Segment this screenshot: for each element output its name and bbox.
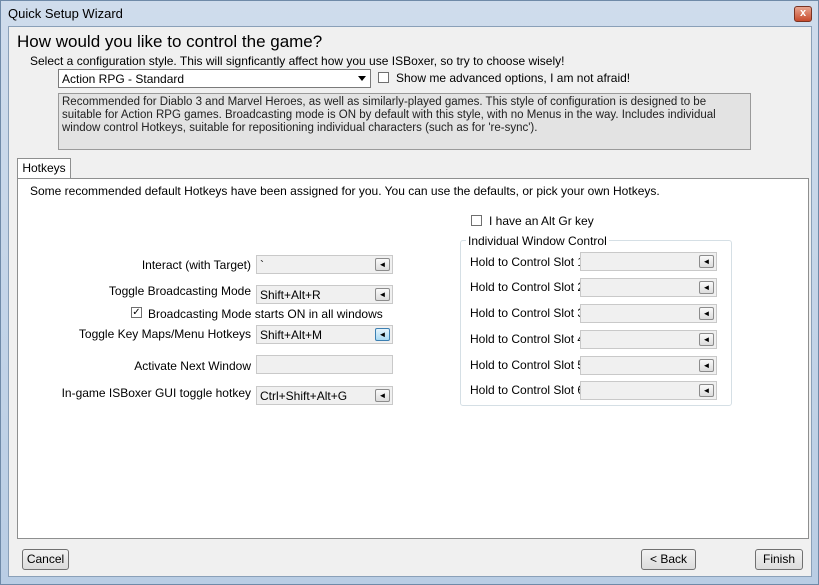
alt-gr-checkbox[interactable]	[471, 215, 482, 226]
pick-hotkey-button[interactable]: ◄	[699, 333, 714, 346]
finish-button[interactable]: Finish	[755, 549, 803, 570]
pick-hotkey-button[interactable]: ◄	[375, 288, 390, 301]
slot-6-label: Hold to Control Slot 6	[470, 383, 585, 397]
arrow-left-icon: ◄	[378, 330, 387, 339]
activate-next-hotkey-field[interactable]	[256, 355, 393, 374]
pick-hotkey-button[interactable]: ◄	[699, 255, 714, 268]
slot-2-hotkey-field[interactable]: ◄	[580, 278, 717, 297]
slot-3-label: Hold to Control Slot 3	[470, 306, 585, 320]
pick-hotkey-button[interactable]: ◄	[699, 307, 714, 320]
arrow-left-icon: ◄	[378, 260, 387, 269]
close-icon: x	[799, 7, 807, 19]
page-subtitle: Select a configuration style. This will …	[30, 54, 565, 68]
pick-hotkey-button[interactable]: ◄	[375, 328, 390, 341]
gui-toggle-label: In-game ISBoxer GUI toggle hotkey	[61, 386, 251, 400]
pick-hotkey-button[interactable]: ◄	[699, 281, 714, 294]
pick-hotkey-button[interactable]: ◄	[375, 258, 390, 271]
interact-label: Interact (with Target)	[141, 258, 251, 272]
toggle-broadcasting-hotkey-field[interactable]: Shift+Alt+R ◄	[256, 285, 393, 304]
close-button[interactable]: x	[794, 6, 812, 22]
advanced-options-checkbox[interactable]	[378, 72, 389, 83]
arrow-left-icon: ◄	[702, 361, 711, 370]
arrow-left-icon: ◄	[378, 391, 387, 400]
style-description: Recommended for Diablo 3 and Marvel Hero…	[58, 93, 751, 150]
broadcasting-starts-on-label[interactable]: Broadcasting Mode starts ON in all windo…	[148, 307, 383, 321]
gui-toggle-hotkey-field[interactable]: Ctrl+Shift+Alt+G ◄	[256, 386, 393, 405]
title-bar[interactable]: Quick Setup Wizard x	[1, 1, 818, 25]
activate-next-label: Activate Next Window	[134, 359, 251, 373]
toggle-broadcasting-hotkey-value: Shift+Alt+R	[260, 288, 321, 302]
pick-hotkey-button[interactable]: ◄	[699, 359, 714, 372]
interact-hotkey-value: `	[260, 258, 264, 272]
slot-1-label: Hold to Control Slot 1	[470, 255, 585, 269]
slot-5-label: Hold to Control Slot 5	[470, 358, 585, 372]
configuration-style-select[interactable]: Action RPG - Standard	[58, 69, 371, 88]
toggle-keymaps-hotkey-field[interactable]: Shift+Alt+M ◄	[256, 325, 393, 344]
slot-6-hotkey-field[interactable]: ◄	[580, 381, 717, 400]
configuration-style-value: Action RPG - Standard	[62, 72, 185, 86]
wizard-client-area: How would you like to control the game? …	[8, 26, 812, 577]
interact-hotkey-field[interactable]: ` ◄	[256, 255, 393, 274]
slot-4-hotkey-field[interactable]: ◄	[580, 330, 717, 349]
gui-toggle-hotkey-value: Ctrl+Shift+Alt+G	[260, 389, 348, 403]
back-button[interactable]: < Back	[641, 549, 696, 570]
arrow-left-icon: ◄	[702, 283, 711, 292]
slot-4-label: Hold to Control Slot 4	[470, 332, 585, 346]
tab-hotkeys[interactable]: Hotkeys	[17, 158, 71, 179]
alt-gr-label[interactable]: I have an Alt Gr key	[489, 214, 594, 228]
broadcasting-starts-on-checkbox[interactable]: ✓	[131, 307, 142, 318]
hotkeys-hint: Some recommended default Hotkeys have be…	[30, 184, 660, 198]
slot-5-hotkey-field[interactable]: ◄	[580, 356, 717, 375]
toggle-keymaps-hotkey-value: Shift+Alt+M	[260, 328, 323, 342]
arrow-left-icon: ◄	[702, 335, 711, 344]
hotkeys-tab-panel: Some recommended default Hotkeys have be…	[17, 178, 809, 539]
pick-hotkey-button[interactable]: ◄	[375, 389, 390, 402]
arrow-left-icon: ◄	[702, 309, 711, 318]
advanced-options-label[interactable]: Show me advanced options, I am not afrai…	[396, 71, 630, 85]
individual-window-control-title: Individual Window Control	[466, 234, 609, 248]
slot-1-hotkey-field[interactable]: ◄	[580, 252, 717, 271]
arrow-left-icon: ◄	[702, 386, 711, 395]
page-title: How would you like to control the game?	[17, 32, 323, 51]
cancel-button[interactable]: Cancel	[22, 549, 69, 570]
pick-hotkey-button[interactable]: ◄	[699, 384, 714, 397]
toggle-broadcasting-label: Toggle Broadcasting Mode	[108, 284, 251, 298]
chevron-down-icon	[358, 76, 366, 81]
toggle-keymaps-label: Toggle Key Maps/Menu Hotkeys	[78, 327, 251, 341]
checkmark-icon: ✓	[132, 307, 141, 318]
slot-3-hotkey-field[interactable]: ◄	[580, 304, 717, 323]
wizard-window: Quick Setup Wizard x How would you like …	[0, 0, 819, 585]
slot-2-label: Hold to Control Slot 2	[470, 280, 585, 294]
arrow-left-icon: ◄	[378, 290, 387, 299]
window-title: Quick Setup Wizard	[8, 6, 123, 21]
arrow-left-icon: ◄	[702, 257, 711, 266]
